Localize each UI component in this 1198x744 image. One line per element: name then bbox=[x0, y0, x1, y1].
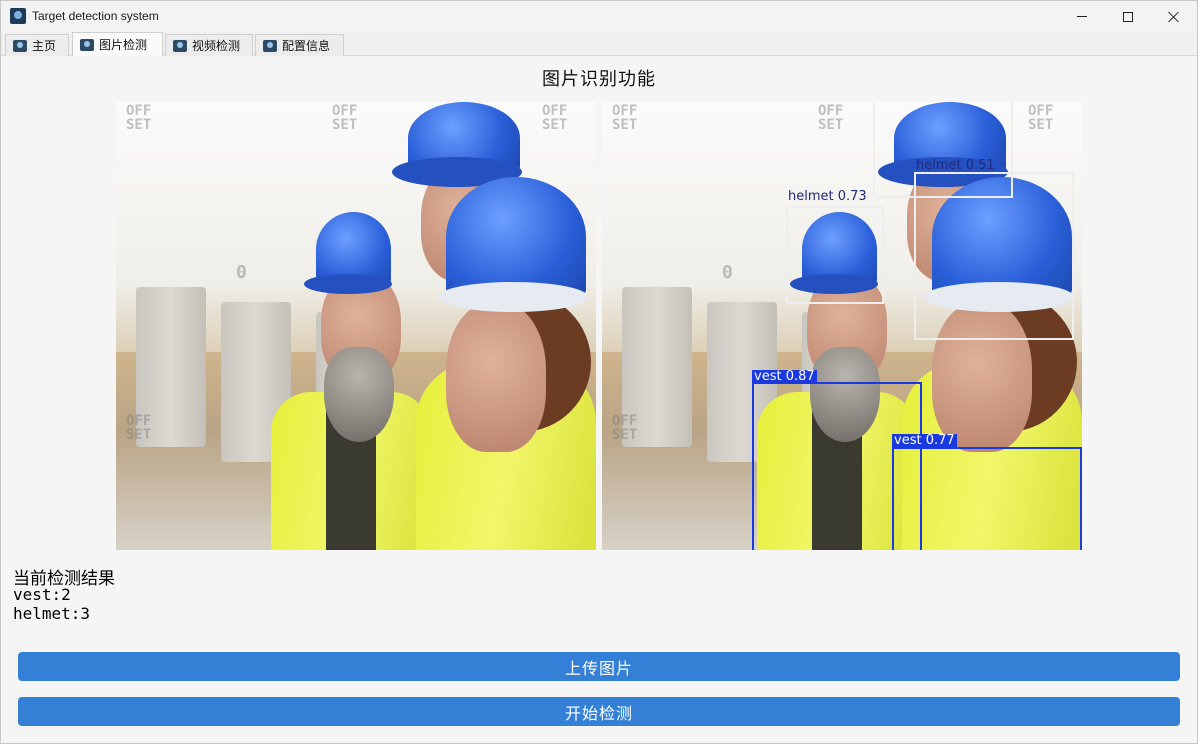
tab-video-detection[interactable]: 视频检测 bbox=[165, 34, 253, 56]
tab-label: 主页 bbox=[32, 39, 57, 53]
app-window: Target detection system 主页 图片检测 视频检测 配置信… bbox=[0, 0, 1198, 744]
close-button[interactable] bbox=[1151, 1, 1197, 32]
tab-home[interactable]: 主页 bbox=[5, 34, 69, 56]
watermark: OFFSET bbox=[542, 103, 568, 133]
result-line: vest:2 bbox=[13, 585, 71, 604]
tab-bar: 主页 图片检测 视频检测 配置信息 bbox=[1, 32, 1197, 56]
start-detection-button[interactable]: 开始检测 bbox=[18, 697, 1180, 726]
original-image: OFFSET OFFSET OFFSET OFFSET OFFSET OFFSE… bbox=[116, 102, 596, 550]
scene-photo: OFFSET OFFSET OFFSET OFFSET OFFSET OFFSE… bbox=[602, 102, 1082, 550]
worker-face bbox=[446, 302, 546, 452]
maximize-icon bbox=[1123, 11, 1133, 22]
maximize-button[interactable] bbox=[1105, 1, 1151, 32]
watermark: OFFSET bbox=[1028, 103, 1054, 133]
tab-label: 视频检测 bbox=[192, 39, 241, 53]
title-bar: Target detection system bbox=[1, 1, 1197, 32]
watermark: OFFSET bbox=[612, 413, 638, 443]
detection-label: helmet 0.51 bbox=[916, 158, 995, 173]
watermark: OFFSET bbox=[612, 103, 638, 133]
window-title: Target detection system bbox=[32, 9, 159, 23]
upload-image-button[interactable]: 上传图片 bbox=[18, 652, 1180, 681]
watermark: OFFSET bbox=[818, 103, 844, 133]
helmet-brim bbox=[438, 282, 588, 312]
worker-beard bbox=[324, 347, 394, 442]
app-icon bbox=[10, 8, 26, 24]
detection-label: helmet 0.73 bbox=[788, 189, 867, 204]
result-line: helmet:3 bbox=[13, 604, 91, 623]
watermark: 0 bbox=[722, 262, 733, 283]
detection-box-helmet bbox=[914, 172, 1074, 340]
tab-label: 配置信息 bbox=[282, 39, 331, 53]
watermark: OFFSET bbox=[332, 103, 358, 133]
helmet-brim bbox=[304, 274, 392, 294]
app-icon bbox=[80, 38, 94, 51]
tab-image-detection[interactable]: 图片检测 bbox=[72, 32, 163, 56]
close-icon bbox=[1168, 11, 1180, 23]
tab-label: 图片检测 bbox=[99, 38, 148, 52]
minimize-icon bbox=[1077, 16, 1087, 17]
app-icon bbox=[13, 39, 27, 52]
app-icon bbox=[173, 39, 187, 52]
scene-photo: OFFSET OFFSET OFFSET OFFSET OFFSET OFFSE… bbox=[116, 102, 596, 550]
watermark: OFFSET bbox=[126, 103, 152, 133]
detection-result-image: OFFSET OFFSET OFFSET OFFSET OFFSET OFFSE… bbox=[602, 102, 1082, 550]
watermark: 0 bbox=[236, 262, 247, 283]
detection-box-helmet bbox=[786, 206, 884, 304]
minimize-button[interactable] bbox=[1059, 1, 1105, 32]
detection-box-vest bbox=[892, 447, 1082, 550]
tab-config-info[interactable]: 配置信息 bbox=[255, 34, 344, 56]
page-title: 图片识别功能 bbox=[542, 69, 656, 90]
watermark: OFFSET bbox=[126, 413, 152, 443]
detection-label: vest 0.87 bbox=[752, 369, 817, 384]
worker-helmet bbox=[446, 177, 586, 297]
app-icon bbox=[263, 39, 277, 52]
detection-label: vest 0.77 bbox=[892, 433, 957, 448]
